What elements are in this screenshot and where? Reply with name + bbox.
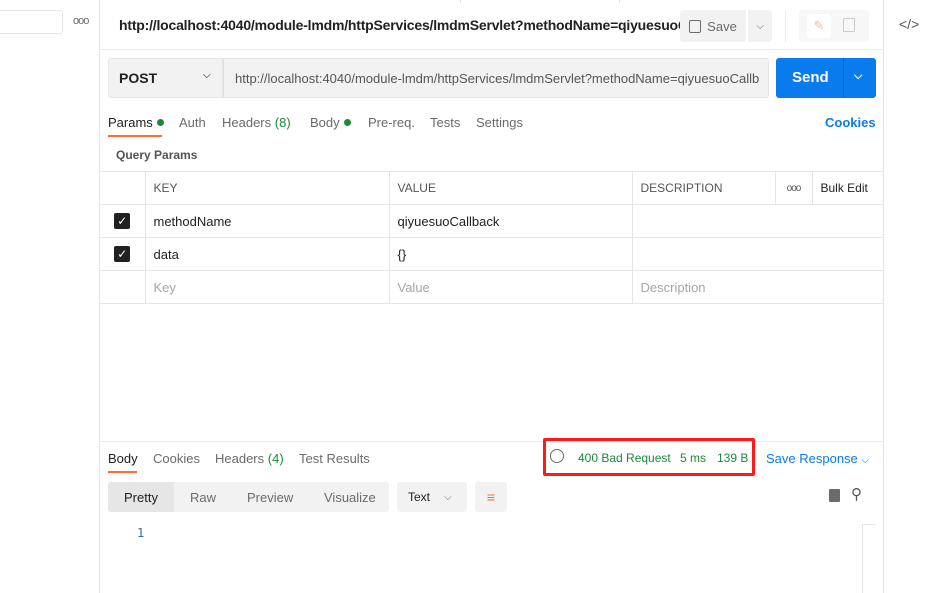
view-pretty[interactable]: Pretty bbox=[124, 490, 158, 505]
sidebar-search-input[interactable] bbox=[0, 10, 63, 34]
cookies-link[interactable]: Cookies bbox=[825, 115, 876, 130]
sidebar-more-button[interactable]: ooo bbox=[73, 15, 89, 27]
view-preview[interactable]: Preview bbox=[247, 490, 293, 505]
response-size[interactable]: 139 B bbox=[717, 451, 748, 465]
wrap-icon: ≡ bbox=[486, 489, 496, 505]
checkbox[interactable]: ✓ bbox=[114, 213, 131, 229]
status-dot bbox=[156, 119, 164, 126]
view-visualize[interactable]: Visualize bbox=[324, 490, 376, 505]
active-tab-indicator bbox=[108, 471, 137, 473]
save-dropdown-button[interactable]: ⌵ bbox=[748, 10, 772, 42]
send-button[interactable]: Send ⌵ bbox=[776, 58, 876, 98]
query-params-title: Query Params bbox=[116, 148, 198, 162]
tab-body[interactable]: Body bbox=[310, 115, 351, 130]
table-row-new: Key Value Description bbox=[100, 270, 883, 304]
tab-strip bbox=[460, 0, 620, 3]
param-description[interactable] bbox=[631, 204, 883, 238]
params-table: KEY VALUE DESCRIPTION ooo Bulk Edit ✓ me… bbox=[100, 171, 883, 304]
line-number: 1 bbox=[137, 526, 145, 540]
key-input[interactable]: Key bbox=[144, 270, 390, 304]
chevron-down-icon: ⌵ bbox=[444, 491, 452, 503]
copy-icon[interactable] bbox=[829, 489, 840, 502]
key-header: KEY bbox=[144, 171, 390, 205]
chevron-down-icon[interactable]: ⌵ bbox=[854, 70, 862, 83]
table-header: KEY VALUE DESCRIPTION ooo Bulk Edit bbox=[100, 171, 883, 205]
divider bbox=[100, 49, 883, 50]
param-value[interactable]: {} bbox=[388, 237, 633, 271]
table-row: ✓ data {} bbox=[100, 237, 883, 271]
request-title[interactable]: http://localhost:4040/module-lmdm/httpSe… bbox=[119, 17, 714, 33]
format-select[interactable]: Text ⌵ bbox=[397, 482, 467, 512]
scrollbar[interactable] bbox=[862, 524, 876, 593]
tab-headers[interactable]: Headers (8) bbox=[222, 115, 291, 130]
param-key[interactable]: data bbox=[144, 237, 390, 271]
response-time[interactable]: 5 ms bbox=[680, 451, 706, 465]
param-description[interactable] bbox=[631, 237, 883, 271]
bulk-edit-button[interactable]: Bulk Edit bbox=[811, 171, 883, 205]
tab-pre-req[interactable]: Pre-req. bbox=[368, 115, 415, 130]
status-code[interactable]: 400 Bad Request bbox=[578, 451, 671, 465]
code-icon[interactable]: </> bbox=[899, 16, 919, 32]
save-label: Save bbox=[707, 18, 737, 34]
value-header: VALUE bbox=[388, 171, 633, 205]
checkbox[interactable]: ✓ bbox=[114, 246, 131, 262]
response-tab-test-results[interactable]: Test Results bbox=[299, 451, 370, 466]
save-response-button[interactable]: Save Response ⌵ bbox=[766, 451, 869, 466]
view-raw[interactable]: Raw bbox=[190, 490, 216, 505]
save-button[interactable]: Save bbox=[680, 10, 746, 42]
table-row: ✓ methodName qiyuesuoCallback bbox=[100, 204, 883, 238]
globe-icon[interactable] bbox=[550, 449, 564, 463]
search-icon[interactable]: ⚲ bbox=[851, 485, 862, 503]
more-options-button[interactable]: ooo bbox=[774, 171, 813, 205]
chevron-down-icon: ⌵ bbox=[203, 70, 211, 81]
view-mode-group: Pretty Raw Preview Visualize bbox=[108, 482, 389, 512]
chevron-down-icon: ⌵ bbox=[861, 455, 869, 466]
tab-settings[interactable]: Settings bbox=[476, 115, 523, 130]
param-value[interactable]: qiyuesuoCallback bbox=[388, 204, 633, 238]
method-select[interactable]: POST ⌵ bbox=[108, 58, 223, 98]
description-input[interactable]: Description bbox=[631, 270, 883, 304]
url-input[interactable]: http://localhost:4040/module-lmdm/httpSe… bbox=[223, 58, 769, 98]
right-panel: </> bbox=[883, 0, 925, 593]
sidebar: ooo bbox=[0, 0, 100, 593]
tab-params[interactable]: Params bbox=[108, 115, 164, 130]
edit-comment-group: ✎ bbox=[799, 10, 869, 42]
divider bbox=[785, 10, 786, 42]
comment-icon[interactable] bbox=[843, 18, 855, 32]
status-dot bbox=[343, 119, 351, 126]
method-value: POST bbox=[119, 70, 158, 86]
wrap-lines-button[interactable]: ≡ bbox=[475, 482, 507, 512]
tab-tests[interactable]: Tests bbox=[430, 115, 460, 130]
value-input[interactable]: Value bbox=[388, 270, 633, 304]
save-icon bbox=[689, 19, 702, 33]
param-key[interactable]: methodName bbox=[144, 204, 390, 238]
tab-auth[interactable]: Auth bbox=[179, 115, 206, 130]
response-tab-headers[interactable]: Headers (4) bbox=[215, 451, 284, 466]
pencil-icon[interactable]: ✎ bbox=[807, 14, 831, 38]
divider bbox=[100, 441, 883, 442]
active-tab-indicator bbox=[108, 135, 162, 137]
send-label: Send bbox=[792, 69, 829, 86]
description-header: DESCRIPTION bbox=[631, 171, 776, 205]
response-tab-body[interactable]: Body bbox=[108, 451, 138, 466]
chevron-down-icon: ⌵ bbox=[756, 20, 764, 32]
response-tab-cookies[interactable]: Cookies bbox=[153, 451, 200, 466]
